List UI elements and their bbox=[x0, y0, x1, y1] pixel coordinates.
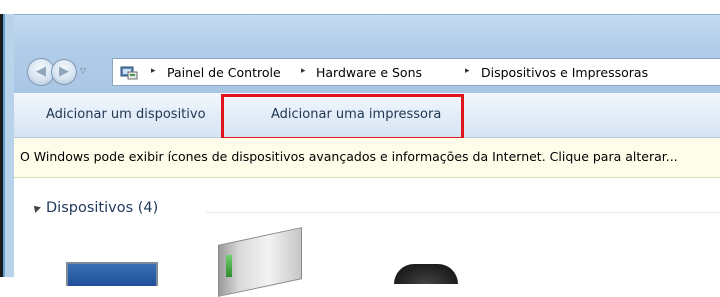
breadcrumb-hardware-sound[interactable]: Hardware e Sons bbox=[316, 65, 422, 80]
chevron-down-icon[interactable]: ▽ bbox=[80, 66, 86, 75]
control-panel-icon bbox=[120, 66, 138, 80]
drive-led-indicator bbox=[226, 255, 232, 277]
breadcrumb-separator-icon[interactable]: ▸ bbox=[465, 66, 470, 76]
address-bar[interactable]: ▸ Painel de Controle ▸ Hardware e Sons ▸… bbox=[112, 58, 720, 86]
breadcrumb-separator-icon[interactable]: ▸ bbox=[301, 66, 306, 76]
group-divider bbox=[206, 212, 720, 213]
add-device-button[interactable]: Adicionar um dispositivo bbox=[46, 107, 206, 122]
highlight-annotation bbox=[221, 94, 464, 140]
breadcrumb-devices-printers[interactable]: Dispositivos e Impressoras bbox=[481, 65, 648, 80]
info-bar-text: O Windows pode exibir ícones de disposit… bbox=[20, 149, 678, 164]
breadcrumb-separator-icon[interactable]: ▸ bbox=[151, 66, 156, 76]
webcam-device-icon[interactable] bbox=[394, 264, 458, 284]
group-header-devices[interactable]: Dispositivos (4) bbox=[46, 200, 158, 216]
window-left-border bbox=[0, 14, 14, 277]
forward-button[interactable]: ▶ bbox=[51, 59, 77, 85]
computer-device-icon[interactable] bbox=[66, 262, 158, 286]
info-bar[interactable]: O Windows pode exibir ícones de disposit… bbox=[14, 138, 720, 178]
forward-arrow-icon: ▶ bbox=[59, 64, 69, 79]
back-arrow-icon: ◀ bbox=[36, 64, 46, 79]
title-area bbox=[0, 0, 720, 14]
breadcrumb-control-panel[interactable]: Painel de Controle bbox=[167, 65, 281, 80]
